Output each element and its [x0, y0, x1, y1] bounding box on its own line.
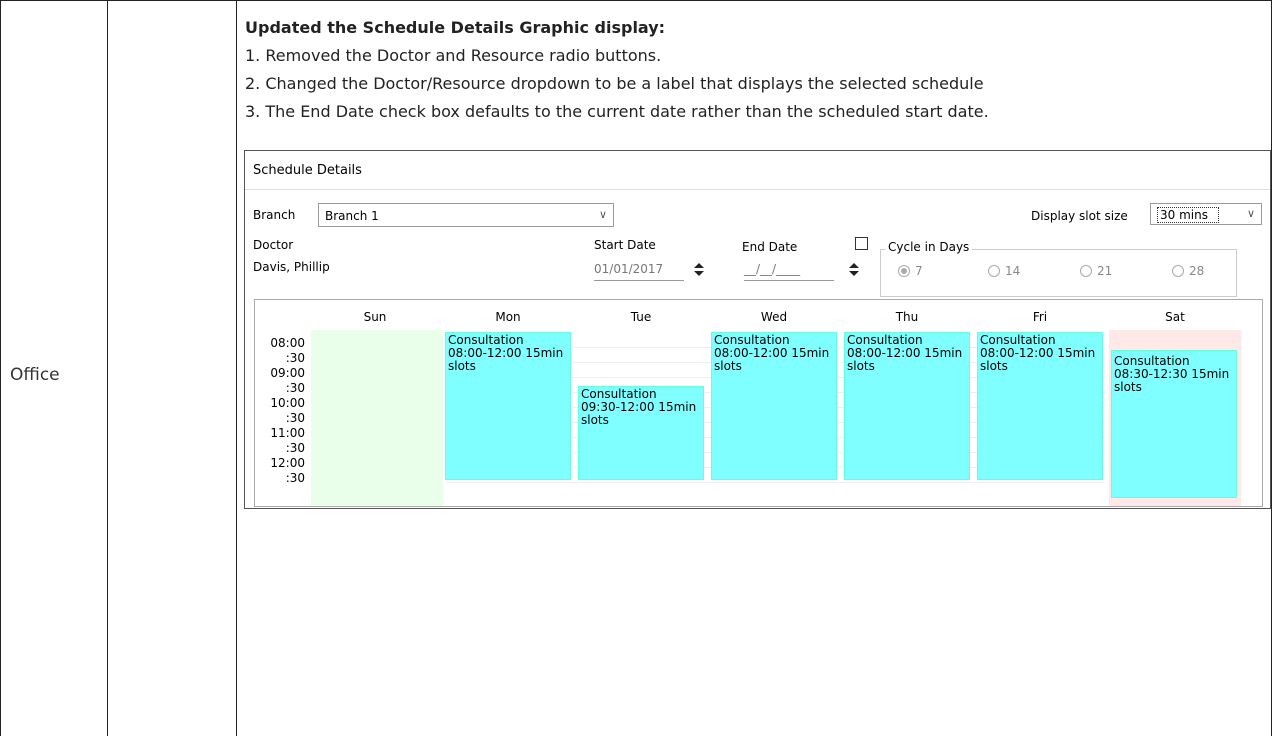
appointment-wed[interactable]: Consultation 08:00-12:00 15min slots: [711, 332, 837, 480]
time-label: 09:00: [270, 366, 305, 380]
branch-dropdown[interactable]: Branch 1 ∨: [318, 203, 614, 227]
end-date-field[interactable]: __/__/____: [744, 262, 834, 281]
appointment-sat[interactable]: Consultation 08:30-12:30 15min slots: [1111, 350, 1237, 498]
start-date-spinner[interactable]: [693, 263, 705, 277]
day-header: Thu: [895, 310, 919, 324]
cycle-radio-28[interactable]: [1172, 265, 1184, 277]
spin-down-icon: [849, 271, 859, 276]
end-date-label: End Date: [742, 240, 798, 254]
branch-label: Branch: [253, 208, 296, 222]
slot-size-value: 30 mins: [1157, 207, 1219, 223]
note-item: 2. Changed the Doctor/Resource dropdown …: [245, 74, 984, 93]
time-label: 11:00: [270, 426, 305, 440]
appt-slots: slots: [448, 359, 476, 373]
time-label: :30: [285, 351, 305, 365]
table-divider-2: [236, 0, 237, 736]
grid-line: [445, 482, 1105, 483]
day-header: Wed: [760, 310, 788, 324]
appt-slots: slots: [581, 413, 609, 427]
cycle-option-label: 7: [915, 264, 923, 278]
start-date-label: Start Date: [594, 238, 656, 252]
appointment-thu[interactable]: Consultation 08:00-12:00 15min slots: [844, 332, 970, 480]
time-label: :30: [285, 441, 305, 455]
appt-slots: slots: [847, 359, 875, 373]
spin-up-icon: [694, 263, 704, 268]
slot-size-label: Display slot size: [1031, 209, 1128, 223]
sun-column: [311, 330, 443, 506]
start-date-value: 01/01/2017: [594, 262, 664, 276]
cycle-radio-21[interactable]: [1080, 265, 1092, 277]
cycle-option-label: 28: [1189, 264, 1205, 278]
doctor-label: Doctor: [253, 238, 294, 252]
end-date-spinner[interactable]: [848, 263, 860, 277]
spin-up-icon: [849, 263, 859, 268]
appt-slots: slots: [980, 359, 1008, 373]
appointment-fri[interactable]: Consultation 08:00-12:00 15min slots: [977, 332, 1103, 480]
time-label: 12:00: [270, 456, 305, 470]
cycle-label: Cycle in Days: [885, 240, 973, 254]
title-divider: [245, 189, 1270, 190]
time-label: 08:00: [270, 336, 305, 350]
table-divider-1: [107, 0, 108, 736]
chevron-down-icon: ∨: [598, 208, 607, 221]
note-item: 3. The End Date check box defaults to th…: [245, 102, 989, 121]
time-label: :30: [285, 411, 305, 425]
branch-value: Branch 1: [325, 209, 379, 223]
day-header: Mon: [495, 310, 521, 324]
window-title: Schedule Details: [253, 163, 362, 178]
day-header: Fri: [1032, 310, 1048, 324]
start-date-field[interactable]: 01/01/2017: [594, 262, 684, 281]
appointment-mon[interactable]: Consultation 08:00-12:00 15min slots: [445, 332, 571, 480]
time-label: :30: [285, 471, 305, 485]
cycle-option-label: 21: [1097, 264, 1113, 278]
time-label: :30: [285, 381, 305, 395]
cycle-radio-14[interactable]: [988, 265, 1000, 277]
appt-slots: slots: [714, 359, 742, 373]
day-header: Sat: [1165, 310, 1185, 324]
chevron-down-icon: ∨: [1246, 207, 1255, 220]
time-label: 10:00: [270, 396, 305, 410]
table-border-top: [0, 0, 1272, 1]
slot-size-dropdown[interactable]: 30 mins ∨: [1150, 203, 1262, 225]
schedule-details-screenshot: Schedule Details Branch Branch 1 ∨ Displ…: [244, 150, 1271, 509]
release-notes: Updated the Schedule Details Graphic dis…: [245, 18, 1260, 130]
spin-down-icon: [694, 271, 704, 276]
cycle-option-label: 14: [1005, 264, 1021, 278]
schedule-calendar: Sun Mon Tue Wed Thu Fri Sat 08:00 :30 09…: [254, 299, 1263, 507]
appt-slots: slots: [1114, 380, 1142, 394]
note-item: 1. Removed the Doctor and Resource radio…: [245, 46, 662, 65]
module-cell: Office: [10, 365, 60, 385]
end-date-checkbox[interactable]: [855, 237, 868, 250]
cycle-radio-7[interactable]: [898, 265, 910, 277]
notes-heading: Updated the Schedule Details Graphic dis…: [245, 18, 666, 37]
doctor-value: Davis, Phillip: [253, 260, 330, 274]
end-date-value: __/__/____: [744, 262, 801, 276]
table-border-left: [0, 0, 1, 736]
appointment-tue[interactable]: Consultation 09:30-12:00 15min slots: [578, 386, 704, 480]
day-header: Sun: [363, 310, 387, 324]
day-header: Tue: [630, 310, 652, 324]
